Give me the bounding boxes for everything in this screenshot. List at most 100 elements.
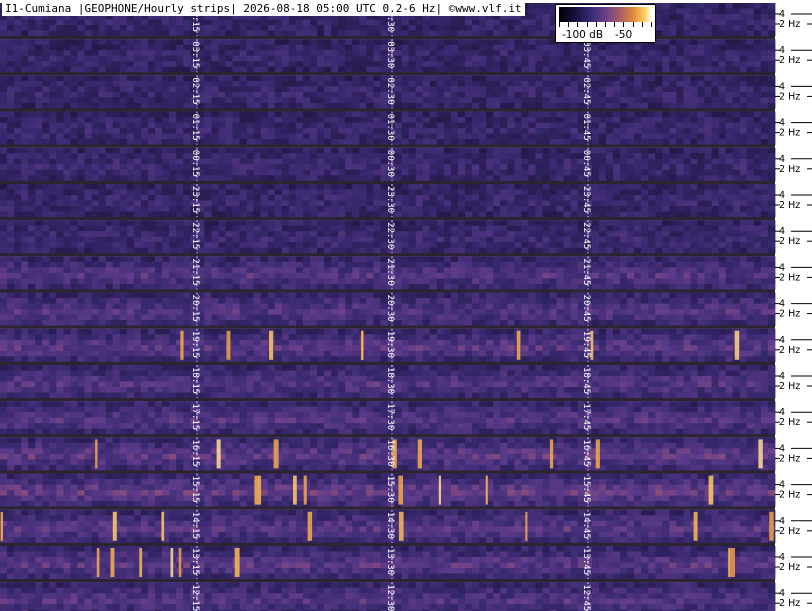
spectrogram-cell bbox=[7, 133, 15, 140]
spectrogram-cell bbox=[669, 8, 677, 15]
spectrogram-cell bbox=[697, 14, 705, 20]
spectrogram-cell bbox=[253, 133, 262, 140]
spectrogram-cell bbox=[112, 86, 121, 93]
spectrogram-cell bbox=[718, 50, 727, 57]
spectrogram-cell bbox=[56, 184, 64, 190]
spectrogram-cell bbox=[21, 220, 29, 227]
spectrogram-cell bbox=[436, 44, 445, 51]
spectrogram-cell bbox=[542, 44, 550, 51]
spectrogram-cell bbox=[260, 225, 269, 232]
spectrogram-cell bbox=[302, 91, 311, 98]
spectrogram-cell bbox=[429, 164, 438, 171]
spectrogram-cell bbox=[140, 122, 149, 129]
spectrogram-cell bbox=[91, 139, 100, 145]
spectrogram-cell bbox=[0, 206, 8, 212]
spectrogram-cell bbox=[359, 117, 367, 123]
spectrogram-cell bbox=[542, 30, 550, 37]
spectrogram-cell bbox=[162, 97, 170, 104]
spectrogram-cell bbox=[204, 256, 212, 263]
spectrogram-cell bbox=[345, 220, 353, 227]
spectrogram-cell bbox=[767, 242, 776, 249]
spectrogram-cell bbox=[56, 91, 64, 98]
spectrogram-cell bbox=[436, 200, 445, 207]
spectrogram-cell bbox=[690, 133, 698, 140]
spectrogram-cell bbox=[345, 261, 353, 268]
spectrogram-cell bbox=[627, 44, 635, 51]
spectrogram-cell bbox=[528, 122, 536, 129]
spectrogram-cell bbox=[49, 236, 57, 243]
spectrogram-cell bbox=[690, 44, 698, 51]
spectrogram-cell bbox=[443, 61, 452, 68]
spectrogram-cell bbox=[0, 128, 8, 134]
spectrogram-cell bbox=[479, 211, 487, 218]
spectrogram-cell bbox=[627, 195, 635, 201]
spectrogram-cell bbox=[35, 189, 43, 196]
spectrogram-cell bbox=[422, 30, 431, 37]
spectrogram-cell bbox=[35, 111, 43, 118]
spectrogram-cell bbox=[155, 153, 163, 160]
spectrogram-cell bbox=[732, 8, 741, 15]
spectrogram-cell bbox=[14, 158, 22, 165]
spectrogram-cell bbox=[21, 153, 29, 160]
spectrogram-cell bbox=[612, 97, 621, 104]
spectrogram-cell bbox=[500, 225, 508, 232]
spectrogram-cell bbox=[415, 247, 424, 254]
spectrogram-cell bbox=[591, 86, 600, 93]
spectrogram-cell bbox=[239, 128, 247, 134]
spectrogram-cell bbox=[620, 169, 628, 176]
spectrogram-cell bbox=[500, 247, 508, 254]
spectrogram-cell bbox=[767, 55, 776, 62]
spectrogram-cell bbox=[450, 206, 459, 212]
spectrogram-cell bbox=[225, 102, 233, 109]
spectrogram-cell bbox=[605, 189, 614, 196]
spectrogram-cell bbox=[218, 91, 226, 98]
spectrogram-cell bbox=[77, 225, 85, 232]
spectrogram-cell bbox=[746, 66, 755, 73]
spectrogram-cell bbox=[528, 80, 536, 87]
spectrogram-cell bbox=[162, 267, 170, 274]
spectrogram-cell bbox=[281, 80, 290, 87]
spectrogram-cell bbox=[627, 80, 635, 87]
spectrogram-cell bbox=[401, 256, 410, 263]
spectrogram-cell bbox=[514, 256, 522, 263]
spectrogram-cell bbox=[310, 61, 318, 68]
spectrogram-cell bbox=[373, 236, 381, 243]
spectrogram-cell bbox=[465, 66, 473, 73]
spectrogram-cell bbox=[662, 102, 670, 109]
spectrogram-cell bbox=[634, 242, 642, 249]
spectrogram-cell bbox=[500, 200, 508, 207]
spectrogram-cell bbox=[84, 242, 92, 249]
spectrogram-cell bbox=[662, 122, 670, 129]
spectrogram-cell bbox=[676, 206, 684, 212]
spectrogram-cell bbox=[465, 195, 473, 201]
spectrogram-cell bbox=[634, 189, 642, 196]
spectrogram-cell bbox=[605, 220, 614, 227]
spectrogram-cell bbox=[288, 80, 297, 87]
spectrogram-cell bbox=[570, 236, 579, 243]
spectrogram-cell bbox=[84, 189, 92, 196]
spectrogram-cell bbox=[429, 55, 438, 62]
spectrogram-cell bbox=[500, 102, 508, 109]
spectrogram-cell bbox=[162, 184, 170, 190]
spectrogram-cell bbox=[542, 25, 550, 31]
spectrogram-cell bbox=[697, 256, 705, 263]
spectrogram-cell bbox=[126, 256, 135, 263]
spectrogram-cell bbox=[211, 189, 219, 196]
spectrogram-cell bbox=[14, 164, 22, 171]
spectrogram-cell bbox=[725, 44, 734, 51]
spectrogram-cell bbox=[63, 91, 71, 98]
spectrogram-cell bbox=[465, 97, 473, 104]
spectrogram-cell bbox=[119, 86, 128, 93]
spectrogram-cell bbox=[662, 133, 670, 140]
spectrogram-cell bbox=[183, 153, 191, 160]
spectrogram-cell bbox=[634, 236, 642, 243]
spectrogram-cell bbox=[331, 122, 339, 129]
spectrogram-cell bbox=[246, 25, 255, 31]
spectrogram-cell bbox=[436, 267, 445, 274]
spectrogram-cell bbox=[21, 211, 29, 218]
spectrogram-cell bbox=[669, 236, 677, 243]
spectrogram-cell bbox=[429, 242, 438, 249]
spectrogram-cell bbox=[753, 102, 762, 109]
spectrogram-cell bbox=[373, 80, 381, 87]
spectrogram-cell bbox=[253, 200, 262, 207]
